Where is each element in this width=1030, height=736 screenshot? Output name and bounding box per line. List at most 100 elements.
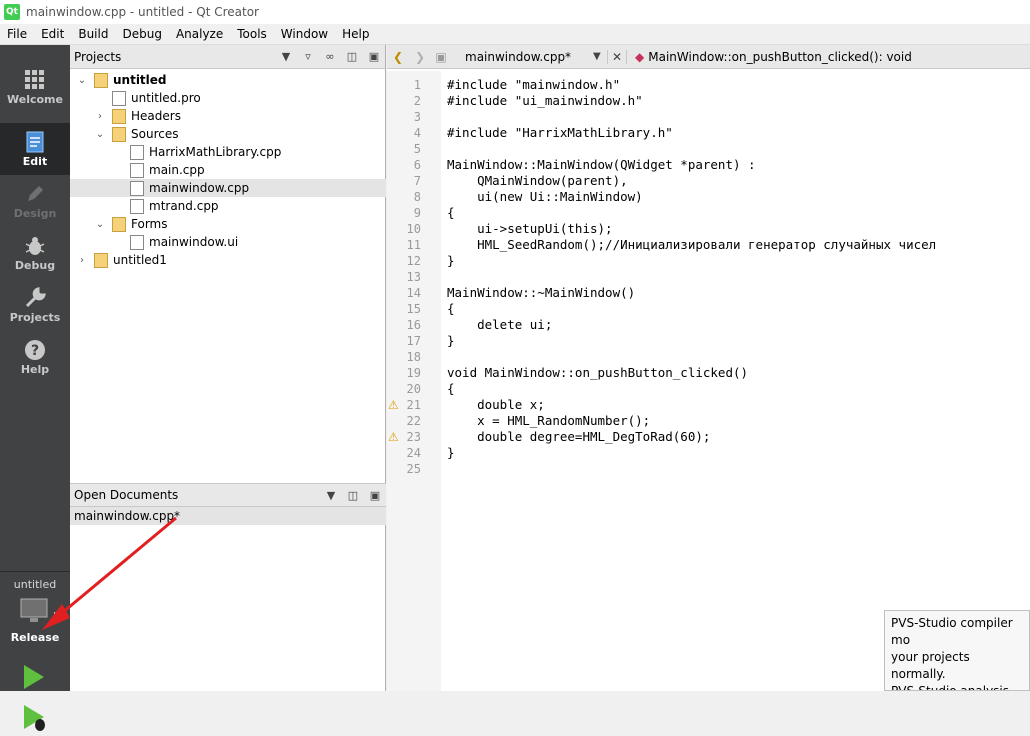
filter-icon[interactable]: ▿ bbox=[297, 50, 319, 63]
line-number: 11 bbox=[406, 238, 421, 252]
tree-item[interactable]: ⌄ Forms bbox=[70, 215, 386, 233]
file-icon bbox=[112, 90, 126, 106]
code-line: #include "ui_mainwindow.h" bbox=[447, 93, 643, 108]
chevron-down-icon[interactable]: ⌄ bbox=[76, 75, 88, 86]
tree-item[interactable]: mainwindow.cpp bbox=[70, 179, 386, 197]
tree-item-label: HarrixMathLibrary.cpp bbox=[149, 145, 282, 159]
code-line: MainWindow::~MainWindow() bbox=[447, 285, 636, 300]
tree-item[interactable]: ⌄ Sources bbox=[70, 125, 386, 143]
folder-icon bbox=[112, 216, 126, 232]
mode-debug[interactable]: Debug bbox=[0, 227, 70, 279]
line-number: 7 bbox=[413, 174, 421, 188]
kit-project-label: untitled bbox=[13, 578, 57, 591]
debug-play-icon bbox=[24, 705, 45, 731]
code-area[interactable]: #include "mainwindow.h" #include "ui_main… bbox=[447, 71, 936, 477]
document-icon bbox=[26, 131, 44, 152]
wrench-icon bbox=[25, 286, 46, 307]
mode-projects[interactable]: Projects bbox=[0, 279, 70, 331]
code-line: } bbox=[447, 445, 455, 460]
code-line: ui(new Ui::MainWindow) bbox=[447, 189, 643, 204]
mode-edit[interactable]: Edit bbox=[0, 123, 70, 175]
lock-icon: ▣ bbox=[435, 49, 447, 64]
tree-item[interactable]: main.cpp bbox=[70, 161, 386, 179]
code-line: delete ui; bbox=[447, 317, 553, 332]
code-line: x = HML_RandomNumber(); bbox=[447, 413, 651, 428]
pvs-studio-notification: PVS-Studio compiler mo your projects nor… bbox=[884, 610, 1030, 691]
tree-item[interactable]: mtrand.cpp bbox=[70, 197, 386, 215]
line-number: 9 bbox=[413, 206, 421, 220]
menu-file[interactable]: File bbox=[0, 27, 34, 41]
open-documents-title: Open Documents bbox=[74, 488, 179, 502]
chevron-down-icon[interactable]: ⌄ bbox=[94, 129, 106, 140]
tree-item[interactable]: ⌄ untitled bbox=[70, 71, 386, 89]
kit-selector[interactable]: ▶ bbox=[20, 598, 60, 628]
menu-help[interactable]: Help bbox=[335, 27, 376, 41]
line-number: 6 bbox=[413, 158, 421, 172]
menu-build[interactable]: Build bbox=[71, 27, 115, 41]
notification-line: your projects normally. bbox=[891, 650, 970, 681]
forward-icon[interactable]: ❯ bbox=[409, 50, 431, 64]
mode-help[interactable]: ? Help bbox=[0, 331, 70, 383]
menu-analyze[interactable]: Analyze bbox=[169, 27, 230, 41]
window-title: mainwindow.cpp - untitled - Qt Creator bbox=[26, 5, 259, 19]
file-dropdown-icon[interactable]: ▼ bbox=[593, 51, 607, 62]
tree-item[interactable]: › untitled1 bbox=[70, 251, 386, 269]
line-number: 8 bbox=[413, 190, 421, 204]
projects-panel: Projects ▼ ▿ ∞ ◫ ▣ ⌄ untitled untitled.pro… bbox=[70, 45, 386, 691]
line-number: 1 bbox=[413, 78, 421, 92]
menu-tools[interactable]: Tools bbox=[230, 27, 274, 41]
open-documents-header: Open Documents ▼ ◫ ▣ bbox=[70, 483, 386, 507]
line-number: 25 bbox=[406, 462, 421, 476]
run-section: untitled ▶ Release bbox=[0, 571, 70, 736]
line-number: 10 bbox=[406, 222, 421, 236]
menu-edit[interactable]: Edit bbox=[34, 27, 71, 41]
warning-icon[interactable]: ⚠ bbox=[388, 397, 399, 413]
run-button[interactable] bbox=[22, 664, 46, 693]
line-number-gutter: 1 2 3 4 5 6 7 8 9 10 11 12 13 14 15 16 17 18 19 20 21 ⚠ 22 23 ⚠ 2… bbox=[387, 71, 441, 691]
chevron-right-icon[interactable]: › bbox=[76, 255, 88, 266]
chevron-right-icon: ▶ bbox=[54, 610, 61, 619]
file-icon bbox=[130, 180, 144, 196]
grid-icon bbox=[25, 69, 44, 89]
menu-debug[interactable]: Debug bbox=[115, 27, 168, 41]
split-icon[interactable]: ◫ bbox=[342, 489, 364, 502]
chevron-right-icon[interactable]: › bbox=[94, 111, 106, 122]
open-document-item[interactable]: mainwindow.cpp* bbox=[70, 507, 386, 525]
code-line: double x; bbox=[447, 397, 545, 412]
code-line: { bbox=[447, 205, 455, 220]
close-panel-icon[interactable]: ▣ bbox=[364, 489, 386, 502]
link-icon[interactable]: ∞ bbox=[319, 50, 341, 63]
open-docs-dropdown-icon[interactable]: ▼ bbox=[320, 489, 342, 502]
mode-welcome[interactable]: Welcome bbox=[0, 61, 70, 113]
back-icon[interactable]: ❮ bbox=[387, 50, 409, 64]
projects-dropdown-icon[interactable]: ▼ bbox=[275, 50, 297, 63]
code-line: } bbox=[447, 253, 455, 268]
line-number: 2 bbox=[413, 94, 421, 108]
split-icon[interactable]: ◫ bbox=[341, 50, 363, 63]
warning-icon[interactable]: ⚠ bbox=[388, 429, 399, 445]
symbol-selector[interactable]: MainWindow::on_pushButton_clicked(): voi… bbox=[648, 50, 912, 64]
debug-run-button[interactable] bbox=[22, 704, 48, 735]
tree-item[interactable]: untitled.pro bbox=[70, 89, 386, 107]
tree-item[interactable]: HarrixMathLibrary.cpp bbox=[70, 143, 386, 161]
tree-item[interactable]: › Headers bbox=[70, 107, 386, 125]
mode-design[interactable]: Design bbox=[0, 175, 70, 227]
menu-window[interactable]: Window bbox=[274, 27, 335, 41]
file-tab[interactable]: mainwindow.cpp* bbox=[451, 50, 593, 64]
close-file-icon[interactable]: ✕ bbox=[607, 49, 627, 64]
editor-toolbar: ❮ ❯ ▣ mainwindow.cpp* ▼ ✕ ◆ MainWindow::… bbox=[387, 45, 1030, 69]
play-icon bbox=[24, 665, 44, 689]
tree-item[interactable]: mainwindow.ui bbox=[70, 233, 386, 251]
code-line: HML_SeedRandom();//Инициализировали гене… bbox=[447, 237, 937, 252]
question-icon: ? bbox=[25, 339, 45, 360]
close-panel-icon[interactable]: ▣ bbox=[363, 50, 385, 63]
qt-logo-icon: Qt bbox=[4, 4, 20, 20]
line-number: 5 bbox=[413, 142, 421, 156]
chevron-down-icon[interactable]: ⌄ bbox=[94, 219, 106, 230]
file-icon bbox=[130, 198, 144, 214]
tree-item-label: untitled bbox=[113, 73, 167, 87]
code-line: #include "mainwindow.h" bbox=[447, 77, 621, 92]
